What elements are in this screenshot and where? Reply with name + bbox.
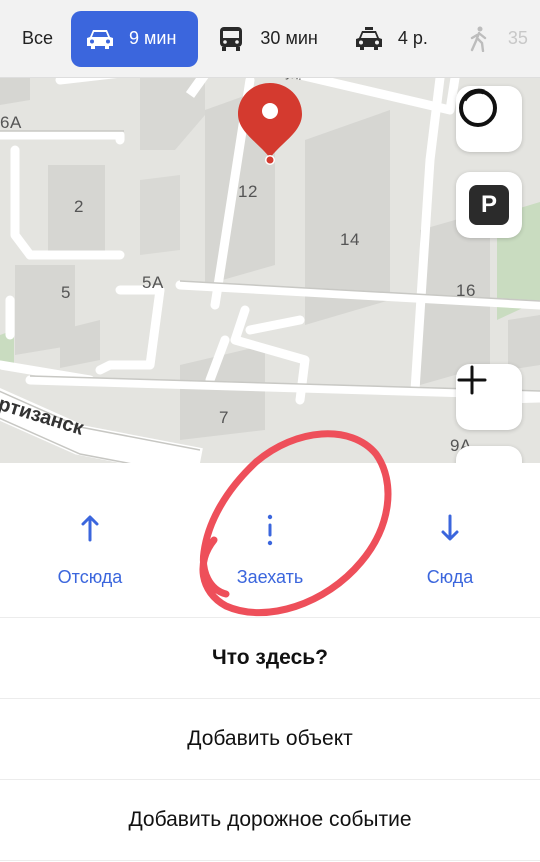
tab-walk-label: 35 [507,28,528,48]
route-via-button[interactable]: Заехать [190,463,350,618]
traffic-button[interactable] [456,86,522,152]
location-pin[interactable] [236,80,304,170]
walk-icon [464,26,494,52]
house-number-7: 7 [219,408,229,427]
via-point-icon [258,513,282,547]
house-number-14: 14 [340,230,360,249]
arrow-up-icon [78,513,102,547]
parking-icon: P [469,185,509,225]
plus-icon [457,365,487,395]
house-number-5: 5 [61,283,71,302]
arrow-down-icon [438,513,462,547]
house-number-16: 16 [456,281,476,300]
add-object-button[interactable]: Добавить объект [0,699,540,780]
car-icon [85,27,115,51]
zoom-out-button[interactable] [456,446,522,463]
route-from-label: Отсюда [57,567,123,587]
transport-mode-tabs: Все 9 мин 30 мин 4 р. 35 [0,0,540,78]
zoom-in-button[interactable] [456,364,522,430]
route-from-button[interactable]: Отсюда [10,463,170,618]
map-pin-icon [238,83,302,165]
house-number-12: 12 [238,182,258,201]
route-via-label: Заехать [236,567,304,587]
bus-icon [216,26,246,51]
tab-walk[interactable]: 35 [446,11,540,67]
tab-bus[interactable]: 30 мин [198,11,335,67]
house-number-5a: 5А [142,273,164,292]
tab-all[interactable]: Все [0,11,71,67]
traffic-icon [459,88,497,127]
taxi-icon [354,26,384,51]
house-number-2: 2 [74,197,84,216]
tab-bus-label: 30 мин [260,28,318,48]
tab-taxi[interactable]: 4 р. [336,11,446,67]
route-actions: Отсюда Заехать Сюда [0,463,540,618]
tab-taxi-label: 4 р. [397,28,428,48]
route-to-button[interactable]: Сюда [370,463,530,618]
tab-car[interactable]: 9 мин [71,10,199,67]
whats-here-button[interactable]: Что здесь? [0,618,540,699]
parking-button[interactable]: P [456,172,522,238]
place-actions-sheet: Отсюда Заехать Сюда Что здесь? Добавить … [0,463,540,862]
tab-all-label: Все [22,28,54,48]
tab-car-label: 9 мин [129,28,177,48]
route-to-label: Сюда [426,567,474,587]
add-road-event-button[interactable]: Добавить дорожное событие [0,780,540,861]
house-number-6a: 6А [0,113,22,132]
